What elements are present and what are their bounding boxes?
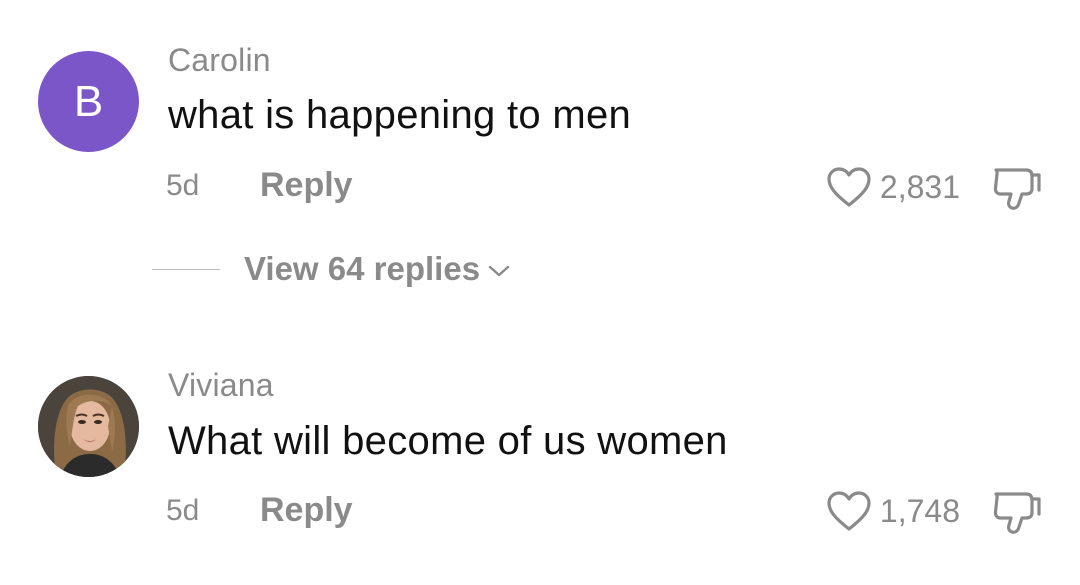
dislike-button[interactable]	[990, 165, 1044, 211]
comment-timestamp: 5d	[166, 169, 200, 202]
heart-outline-icon	[827, 491, 871, 531]
comment-timestamp: 5d	[166, 494, 200, 527]
reply-button[interactable]: Reply	[260, 491, 353, 530]
comment-username[interactable]: Carolin	[168, 42, 271, 79]
heart-outline-icon	[827, 167, 871, 207]
comment-text: What will become of us women	[168, 419, 728, 463]
reply-button[interactable]: Reply	[260, 166, 353, 205]
thumbs-down-outline-icon	[993, 492, 1041, 534]
divider	[152, 268, 220, 270]
comments-list: B Carolin what is happening to men 5d Re…	[0, 0, 1080, 585]
like-button[interactable]: 1,748	[826, 490, 960, 532]
like-button[interactable]: 2,831	[826, 166, 960, 208]
comment-username[interactable]: Viviana	[168, 367, 274, 404]
avatar[interactable]: B	[38, 51, 139, 152]
like-count: 1,748	[879, 492, 960, 529]
profile-photo	[38, 376, 139, 477]
thumbs-down-outline-icon	[993, 168, 1041, 210]
dislike-button[interactable]	[990, 489, 1044, 535]
comment-text: what is happening to men	[168, 93, 632, 137]
avatar[interactable]	[38, 376, 139, 477]
view-replies-label: View 64 replies	[244, 250, 481, 287]
view-replies-button[interactable]: View 64 replies	[152, 250, 510, 288]
like-count: 2,831	[879, 168, 960, 205]
chevron-down-icon	[488, 265, 510, 277]
